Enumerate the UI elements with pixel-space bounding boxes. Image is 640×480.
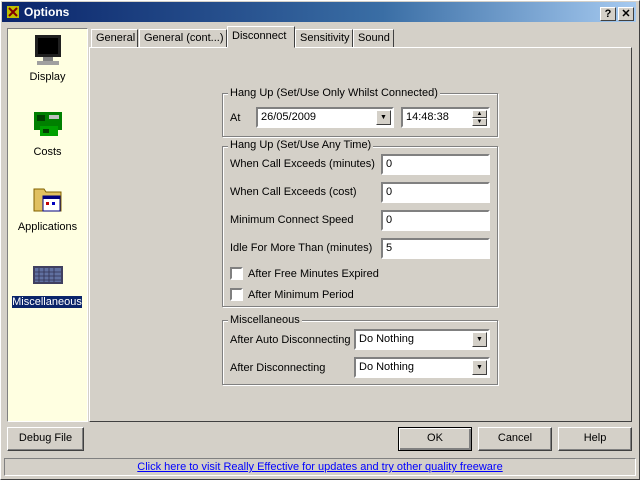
group-legend: Hang Up (Set/Use Any Time) — [228, 139, 374, 151]
ok-button[interactable]: OK — [398, 427, 472, 451]
app-icon — [7, 6, 19, 18]
help-title-button[interactable]: ? — [600, 7, 616, 21]
date-value: 26/05/2009 — [261, 111, 317, 123]
tab-general-cont[interactable]: General (cont...) — [139, 29, 227, 48]
tab-sound[interactable]: Sound — [353, 29, 394, 48]
category-label: Costs — [33, 146, 62, 158]
min-period-checkbox[interactable] — [230, 288, 243, 301]
select-value: Do Nothing — [359, 333, 415, 345]
debug-file-button[interactable]: Debug File — [7, 427, 84, 451]
close-button[interactable]: ✕ — [618, 7, 634, 21]
keyboard-icon — [33, 266, 63, 284]
tab-disconnect[interactable]: Disconnect — [227, 26, 295, 48]
field-label: When Call Exceeds (cost) — [230, 186, 357, 198]
folder-apps-icon — [33, 188, 62, 212]
window-title: Options — [24, 5, 70, 19]
tab-sensitivity[interactable]: Sensitivity — [295, 29, 353, 48]
after-auto-disconnect-select[interactable]: Do Nothing ▼ — [354, 329, 490, 350]
call-minutes-input[interactable]: 0 — [381, 154, 490, 175]
field-label: After Disconnecting — [230, 362, 326, 374]
category-label: Applications — [17, 221, 78, 233]
free-minutes-checkbox[interactable] — [230, 267, 243, 280]
field-label: Minimum Connect Speed — [230, 214, 354, 226]
title-bar[interactable]: Options ? ✕ — [2, 2, 636, 22]
after-disconnect-select[interactable]: Do Nothing ▼ — [354, 357, 490, 378]
circuit-board-icon — [34, 112, 62, 136]
help-button[interactable]: Help — [558, 427, 632, 451]
tab-general[interactable]: General — [91, 29, 138, 48]
website-link[interactable]: Click here to visit Really Effective for… — [137, 461, 502, 473]
cancel-button[interactable]: Cancel — [478, 427, 552, 451]
field-label: When Call Exceeds (minutes) — [230, 158, 375, 170]
category-display[interactable]: Display — [8, 31, 87, 101]
chevron-down-icon[interactable]: ▼ — [472, 332, 487, 347]
group-legend: Hang Up (Set/Use Only Whilst Connected) — [228, 87, 440, 99]
category-label: Miscellaneous — [12, 296, 82, 308]
chevron-down-icon[interactable]: ▼ — [376, 110, 391, 125]
category-panel: Display Costs Applications Miscellaneous — [7, 28, 88, 422]
time-value: 14:48:38 — [406, 111, 449, 123]
category-miscellaneous[interactable]: Miscellaneous — [8, 256, 87, 326]
field-label: After Auto Disconnecting — [230, 334, 351, 346]
checkbox-label[interactable]: After Minimum Period — [248, 289, 354, 301]
group-legend: Miscellaneous — [228, 314, 302, 326]
category-applications[interactable]: Applications — [8, 181, 87, 251]
at-label: At — [230, 112, 241, 124]
chevron-down-icon[interactable]: ▼ — [472, 360, 487, 375]
spin-up-icon[interactable]: ▲ — [472, 110, 487, 118]
call-cost-input[interactable]: 0 — [381, 182, 490, 203]
category-label: Display — [29, 71, 66, 83]
spin-down-icon[interactable]: ▼ — [472, 118, 487, 126]
idle-minutes-input[interactable]: 5 — [381, 238, 490, 259]
checkbox-label[interactable]: After Free Minutes Expired — [248, 268, 379, 280]
category-costs[interactable]: Costs — [8, 106, 87, 176]
field-label: Idle For More Than (minutes) — [230, 242, 373, 254]
status-bar: Click here to visit Really Effective for… — [4, 458, 636, 476]
time-picker[interactable]: 14:48:38 ▲ ▼ — [401, 107, 490, 128]
min-speed-input[interactable]: 0 — [381, 210, 490, 231]
date-picker[interactable]: 26/05/2009 ▼ — [256, 107, 394, 128]
select-value: Do Nothing — [359, 361, 415, 373]
monitor-icon — [35, 35, 61, 65]
